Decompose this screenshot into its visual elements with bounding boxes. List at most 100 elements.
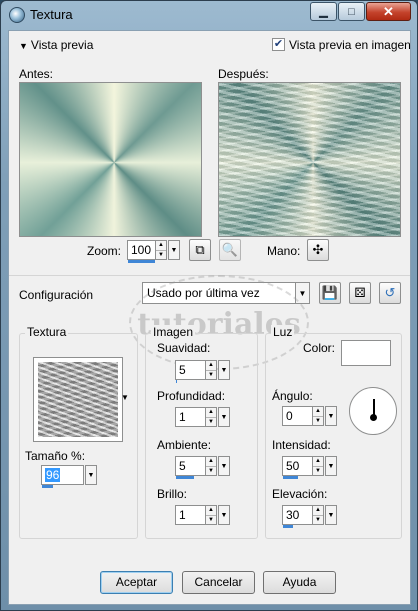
after-preview[interactable] [218, 82, 401, 237]
spin-down-icon[interactable]: ▼ [206, 465, 216, 475]
spin-up-icon[interactable]: ▲ [156, 241, 166, 250]
angle-dial[interactable] [349, 387, 397, 435]
angle-dial-knob [370, 414, 377, 421]
shine-label: Brillo: [157, 487, 188, 501]
depth-spinner[interactable]: 1 ▲ ▼ ▼ [175, 407, 230, 427]
smoothness-input[interactable]: 5 [175, 360, 206, 383]
depth-label: Profundidad: [157, 389, 226, 403]
ambient-input[interactable]: 5 [175, 456, 206, 479]
spin-down-icon[interactable]: ▼ [313, 465, 323, 475]
depth-spin-arrows[interactable]: ▲ ▼ [206, 407, 217, 427]
shine-dropdown-icon[interactable]: ▼ [218, 505, 230, 525]
shine-value: 1 [179, 508, 186, 522]
texture-dropdown-icon[interactable]: ▼ [121, 393, 129, 402]
preset-combobox[interactable]: Usado por última vez ▼ [142, 282, 310, 304]
pan-button[interactable]: ✣ [307, 239, 329, 261]
zoom-spin-arrows[interactable]: ▲ ▼ [156, 240, 167, 260]
preview-in-image-label: Vista previa en imagen [289, 38, 411, 52]
depth-input[interactable]: 1 [175, 407, 206, 427]
texture-swatch[interactable] [33, 357, 123, 442]
minimize-button[interactable]: ▁ [310, 2, 337, 21]
cancel-button[interactable]: Cancelar [182, 571, 255, 594]
color-label: Color: [303, 341, 336, 355]
intensity-bar[interactable] [283, 476, 298, 479]
spin-up-icon[interactable]: ▲ [206, 457, 216, 466]
intensity-input[interactable]: 50 [282, 456, 313, 479]
dialog-window: Textura ▁ □ ✕ ▼ Vista previa ✔ Vista prev… [0, 0, 418, 611]
texture-size-label: Tamaño %: [25, 449, 86, 463]
intensity-dropdown-icon[interactable]: ▼ [325, 456, 337, 476]
zoom-slider-bar[interactable] [128, 260, 155, 263]
ambient-bar[interactable] [176, 476, 194, 479]
intensity-spinner[interactable]: 50 ▲ ▼ ▼ [282, 456, 337, 479]
ambient-label: Ambiente: [157, 438, 212, 452]
texture-size-bar[interactable] [42, 485, 53, 488]
separator [9, 275, 410, 276]
smoothness-spin-arrows[interactable]: ▲ ▼ [206, 360, 217, 380]
spin-down-icon[interactable]: ▼ [313, 415, 323, 425]
spin-up-icon[interactable]: ▲ [206, 361, 216, 370]
spin-up-icon[interactable]: ▲ [206, 506, 216, 515]
reset-button[interactable]: ↺ [379, 282, 401, 304]
randomize-button[interactable]: ⚄ [349, 282, 371, 304]
spin-up-icon[interactable]: ▲ [313, 457, 323, 466]
app-icon [9, 7, 25, 23]
light-group-title: Luz [271, 325, 295, 339]
spin-up-icon[interactable]: ▲ [313, 506, 323, 515]
intensity-spin-arrows[interactable]: ▲ ▼ [313, 456, 324, 476]
shine-spinner[interactable]: 1 ▲ ▼ ▼ [175, 505, 230, 525]
elevation-spinner[interactable]: 30 ▲ ▼ ▼ [282, 505, 337, 528]
texture-size-input[interactable]: 96 [41, 465, 84, 488]
ambient-dropdown-icon[interactable]: ▼ [218, 456, 230, 476]
smoothness-dropdown-icon[interactable]: ▼ [218, 360, 230, 380]
spin-down-icon[interactable]: ▼ [156, 249, 166, 259]
angle-spin-arrows[interactable]: ▲ ▼ [313, 406, 324, 426]
texture-image [38, 362, 118, 437]
zoom-spinner[interactable]: 100 ▲ ▼ ▼ [127, 240, 180, 263]
shine-input[interactable]: 1 [175, 505, 206, 525]
elevation-input[interactable]: 30 [282, 505, 313, 528]
spin-down-icon[interactable]: ▼ [206, 514, 216, 524]
zoom-tool-button[interactable]: 🔍 [219, 239, 241, 261]
spin-down-icon[interactable]: ▼ [206, 369, 216, 379]
angle-dropdown-icon[interactable]: ▼ [325, 406, 337, 426]
ok-button[interactable]: Aceptar [100, 571, 173, 594]
elevation-dropdown-icon[interactable]: ▼ [325, 505, 337, 525]
title-bar[interactable]: Textura ▁ □ ✕ [1, 1, 417, 29]
elevation-bar[interactable] [283, 525, 293, 528]
elevation-label: Elevación: [272, 487, 328, 501]
spin-down-icon[interactable]: ▼ [206, 416, 216, 426]
fit-zoom-button[interactable]: ⧉ [189, 239, 211, 261]
spin-up-icon[interactable]: ▲ [313, 407, 323, 416]
spin-down-icon[interactable]: ▼ [313, 514, 323, 524]
texture-group-title: Textura [25, 325, 69, 339]
spin-up-icon[interactable]: ▲ [206, 408, 216, 417]
preview-toggle[interactable]: ▼ Vista previa [19, 38, 93, 52]
zoom-dropdown-icon[interactable]: ▼ [168, 240, 180, 260]
elevation-spin-arrows[interactable]: ▲ ▼ [313, 505, 324, 525]
smoothness-bar[interactable] [176, 380, 178, 383]
texture-size-dropdown-icon[interactable]: ▼ [85, 465, 97, 485]
light-color-swatch[interactable] [341, 340, 391, 366]
ambient-spin-arrows[interactable]: ▲ ▼ [206, 456, 217, 476]
smoothness-label: Suavidad: [157, 341, 211, 355]
chevron-down-icon[interactable]: ▼ [295, 283, 309, 303]
save-preset-button[interactable]: 💾 [319, 282, 341, 304]
zoom-input[interactable]: 100 [127, 240, 156, 263]
close-button[interactable]: ✕ [366, 2, 411, 21]
angle-input[interactable]: 0 [282, 406, 313, 426]
texture-size-spinner[interactable]: 96 ▼ [41, 465, 97, 488]
before-preview[interactable] [19, 82, 202, 237]
help-button[interactable]: Ayuda [263, 571, 336, 594]
floppy-disk-icon: 💾 [321, 285, 339, 300]
depth-dropdown-icon[interactable]: ▼ [218, 407, 230, 427]
angle-spinner[interactable]: 0 ▲ ▼ ▼ [282, 406, 337, 426]
ambient-spinner[interactable]: 5 ▲ ▼ ▼ [175, 456, 230, 479]
preview-in-image-checkbox[interactable]: ✔ [272, 38, 285, 51]
maximize-button[interactable]: □ [338, 2, 365, 21]
depth-value: 1 [179, 410, 186, 424]
checkmark-icon: ✔ [273, 38, 284, 50]
magnifier-icon: 🔍 [221, 242, 239, 257]
shine-spin-arrows[interactable]: ▲ ▼ [206, 505, 217, 525]
smoothness-spinner[interactable]: 5 ▲ ▼ ▼ [175, 360, 230, 383]
